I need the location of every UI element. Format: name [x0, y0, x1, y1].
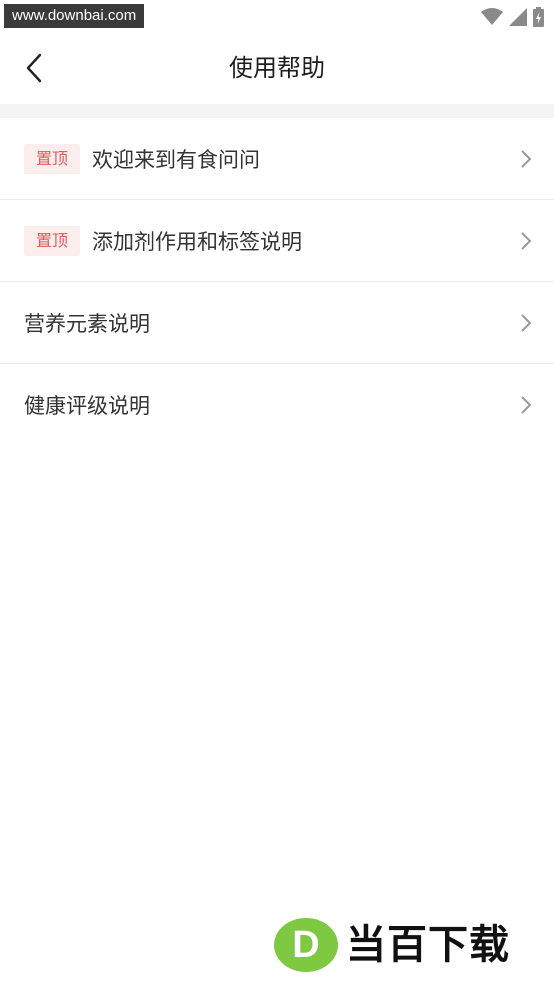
- chevron-left-icon: [25, 53, 43, 87]
- help-item-welcome[interactable]: 置顶 欢迎来到有食问问: [0, 118, 554, 200]
- help-item-additives[interactable]: 置顶 添加剂作用和标签说明: [0, 200, 554, 282]
- page-title: 使用帮助: [229, 54, 325, 82]
- help-item-nutrients[interactable]: 营养元素说明: [0, 282, 554, 364]
- signal-icon: [509, 8, 527, 26]
- help-list: 置顶 欢迎来到有食问问 置顶 添加剂作用和标签说明 营养元素说明 健康评级说明: [0, 118, 554, 446]
- battery-charging-icon: [533, 7, 544, 27]
- logo-d-icon: D: [274, 918, 338, 972]
- help-item-label: 欢迎来到有食问问: [92, 147, 261, 172]
- wifi-icon: [481, 8, 503, 26]
- watermark-logo: D 当百下载: [270, 914, 554, 978]
- chevron-right-icon: [518, 312, 534, 334]
- logo-text: 当百下载: [346, 922, 510, 968]
- help-item-label: 营养元素说明: [24, 311, 150, 336]
- chevron-right-icon: [518, 230, 534, 252]
- help-item-label: 添加剂作用和标签说明: [92, 229, 303, 254]
- chevron-right-icon: [518, 148, 534, 170]
- section-divider: [0, 104, 554, 118]
- status-bar: www.downbai.com: [0, 0, 554, 32]
- pinned-badge: 置顶: [24, 143, 81, 174]
- chevron-right-icon: [518, 394, 534, 416]
- help-item-health-rating[interactable]: 健康评级说明: [0, 364, 554, 446]
- status-icons: [481, 6, 544, 28]
- back-button[interactable]: [14, 50, 54, 90]
- help-item-label: 健康评级说明: [24, 394, 150, 418]
- header: 使用帮助: [0, 32, 554, 104]
- watermark-url: www.downbai.com: [4, 4, 145, 28]
- pinned-badge: 置顶: [24, 225, 81, 256]
